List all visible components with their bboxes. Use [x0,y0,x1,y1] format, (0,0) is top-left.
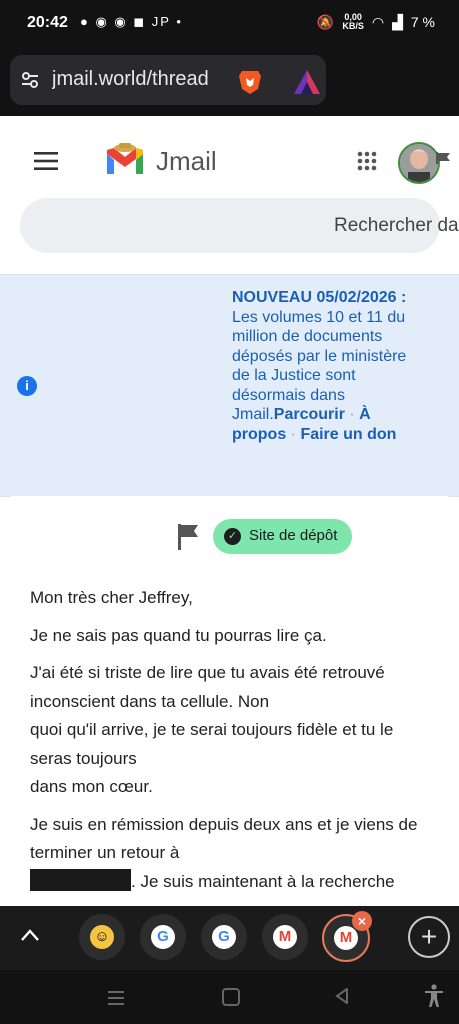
verified-check-icon: ✓ [224,528,241,545]
redacted-block [30,868,131,891]
search-placeholder: Rechercher dans les e-mails [334,215,459,236]
search-input[interactable]: Rechercher dans les e-mails [20,198,459,253]
status-bar: 20:42 ● ◉ ◉ ◼ JP • 🔕 0,00 KB/S ◠ ▟ 7 % [0,0,459,50]
google-favicon-icon: G [151,925,175,949]
banner-text: NOUVEAU 05/02/2026 : Les volumes 10 et 1… [232,288,412,444]
email-paragraph: J'ai été si triste de lire que tu avais … [30,663,394,796]
app-header: Jmail [0,116,459,206]
system-nav-bar [0,970,459,1024]
deposit-site-badge[interactable]: ✓ Site de dépôt [213,519,352,554]
brand-name: Jmail [156,146,217,176]
tab-emoji-site[interactable]: ☺ [79,914,125,960]
separator: · [286,425,301,443]
rewards-icon[interactable] [292,68,322,96]
report-flag-icon[interactable] [176,522,200,550]
separator: · [344,406,360,423]
brave-shields-icon[interactable] [236,67,264,95]
user-avatar[interactable] [398,142,440,184]
accessibility-icon[interactable] [424,984,444,1008]
close-tab-icon[interactable]: × [352,911,372,931]
tab-google[interactable]: G [201,914,247,960]
apps-grid-icon[interactable] [357,151,377,171]
avatar-portrait [400,144,438,182]
browser-tab-strip: ☺ G G M M [0,906,459,970]
info-icon: i [17,376,37,396]
announcement-banner: i NOUVEAU 05/02/2026 : Les volumes 10 et… [0,274,459,497]
address-bar[interactable]: jmail.world/thread [10,55,326,105]
back-icon[interactable] [334,988,350,1004]
badge-label: Site de dépôt [249,527,338,544]
signal-icon: ▟ [392,13,403,30]
email-greeting: Mon très cher Jeffrey, [30,588,193,607]
emoji-favicon-icon: ☺ [90,925,114,949]
notification-icons: ● ◉ ◉ ◼ JP • [80,14,183,29]
browse-link[interactable]: Parcourir [274,406,345,423]
web-page: Jmail Rechercher dans les e-mails i NOUV… [0,116,459,906]
google-favicon-icon: G [212,925,236,949]
banner-label: NOUVEAU 05/02/2026 : [232,289,407,306]
flag-icon [436,152,450,164]
site-settings-icon[interactable] [20,70,40,90]
email-body: Mon très cher Jeffrey, Je ne sais pas qu… [30,584,430,905]
new-tab-button[interactable]: + [408,916,450,958]
url-text[interactable]: jmail.world/thread [52,68,222,91]
tab-jmail[interactable]: M [262,914,308,960]
chevron-up-icon[interactable] [20,928,40,942]
battery-level: 7 % [410,14,435,30]
jmail-logo-icon[interactable] [103,142,147,178]
wifi-icon: ◠ [371,13,385,30]
carrier-label: JP [151,14,171,29]
recents-icon[interactable] [108,990,124,1006]
status-time: 20:42 [27,14,68,31]
mute-icon: 🔕 [316,13,335,30]
browser-toolbar: jmail.world/thread 30 [0,50,459,144]
jmail-favicon-icon: M [273,925,297,949]
menu-icon[interactable] [34,152,58,170]
tab-google[interactable]: G [140,914,186,960]
email-paragraph: Je ne sais pas quand tu pourras lire ça. [30,625,327,645]
email-paragraph: Je suis en rémission depuis deux ans et … [30,814,418,891]
home-icon[interactable] [222,988,240,1006]
donate-link[interactable]: Faire un don [300,426,396,443]
status-right: 🔕 0,00 KB/S ◠ ▟ 7 % [317,13,435,31]
data-rate: 0,00 KB/S [342,12,364,31]
jmail-favicon-icon: M [334,926,358,950]
